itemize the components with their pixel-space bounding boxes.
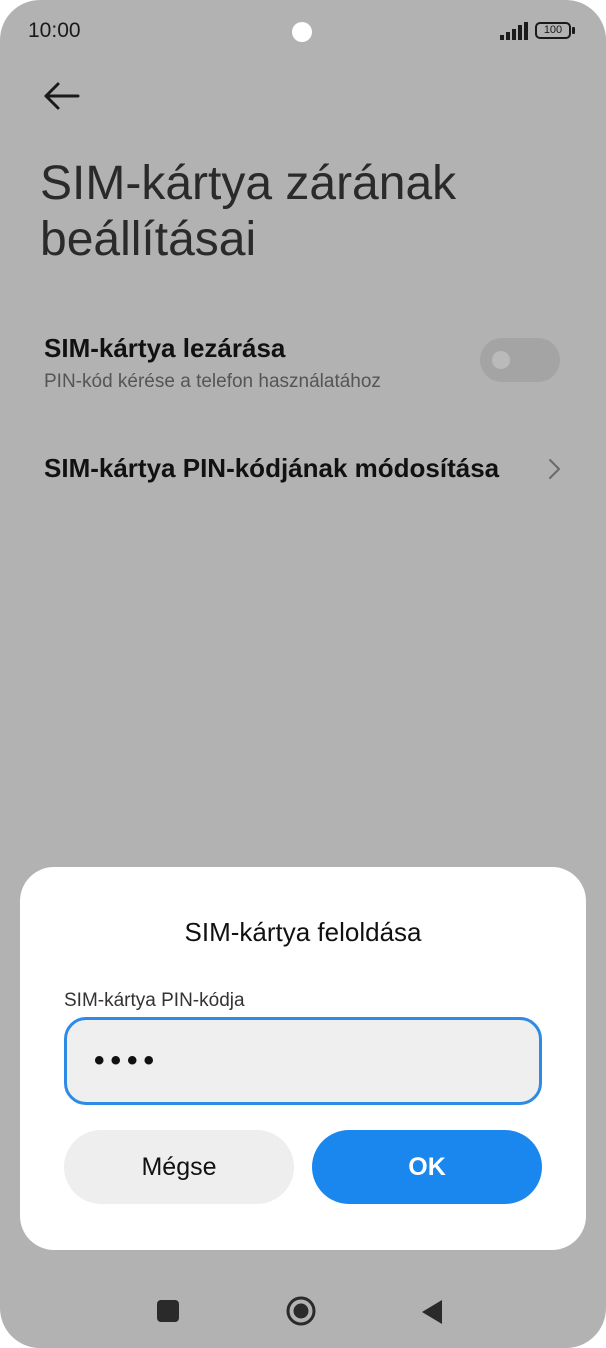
home-circle-icon[interactable] (285, 1295, 317, 1327)
dialog-title: SIM-kártya feloldása (184, 917, 422, 947)
lock-sim-row[interactable]: SIM-kártya lezárása PIN-kód kérése a tel… (44, 330, 564, 400)
recents-square-icon[interactable] (157, 1300, 179, 1322)
pin-masked-value: •••• (94, 1044, 161, 1077)
pin-input[interactable]: •••• (64, 1017, 542, 1105)
battery-icon: 100 (535, 22, 575, 39)
navigation-bar (0, 1280, 606, 1344)
front-camera-icon (292, 22, 312, 42)
pin-field-label: SIM-kártya PIN-kódja (64, 990, 245, 1011)
ok-button[interactable]: OK (312, 1130, 542, 1204)
arrow-left-icon (44, 82, 80, 110)
lock-sim-title: SIM-kártya lezárása (44, 333, 286, 363)
lock-sim-toggle[interactable] (480, 338, 560, 382)
battery-level: 100 (543, 24, 563, 36)
status-bar: 10:00 100 (0, 0, 606, 64)
change-pin-row[interactable]: SIM-kártya PIN-kódjának módosítása (44, 448, 564, 492)
phone-screen: 10:00 100 SIM-kártya zárának beállításai… (0, 0, 606, 1348)
back-triangle-icon[interactable] (420, 1298, 444, 1326)
toggle-knob (492, 351, 510, 369)
signal-icon (500, 22, 528, 40)
status-time: 10:00 (28, 19, 81, 42)
unlock-sim-dialog: SIM-kártya feloldása SIM-kártya PIN-kódj… (20, 867, 586, 1250)
cancel-button[interactable]: Mégse (64, 1130, 294, 1204)
page-title: SIM-kártya zárának beállításai (40, 157, 457, 266)
change-pin-title: SIM-kártya PIN-kódjának módosítása (44, 453, 500, 483)
battery-cap (572, 27, 575, 34)
lock-sim-subtitle: PIN-kód kérése a telefon használatához (44, 371, 381, 392)
back-button[interactable] (38, 76, 88, 116)
chevron-right-icon (549, 459, 560, 479)
